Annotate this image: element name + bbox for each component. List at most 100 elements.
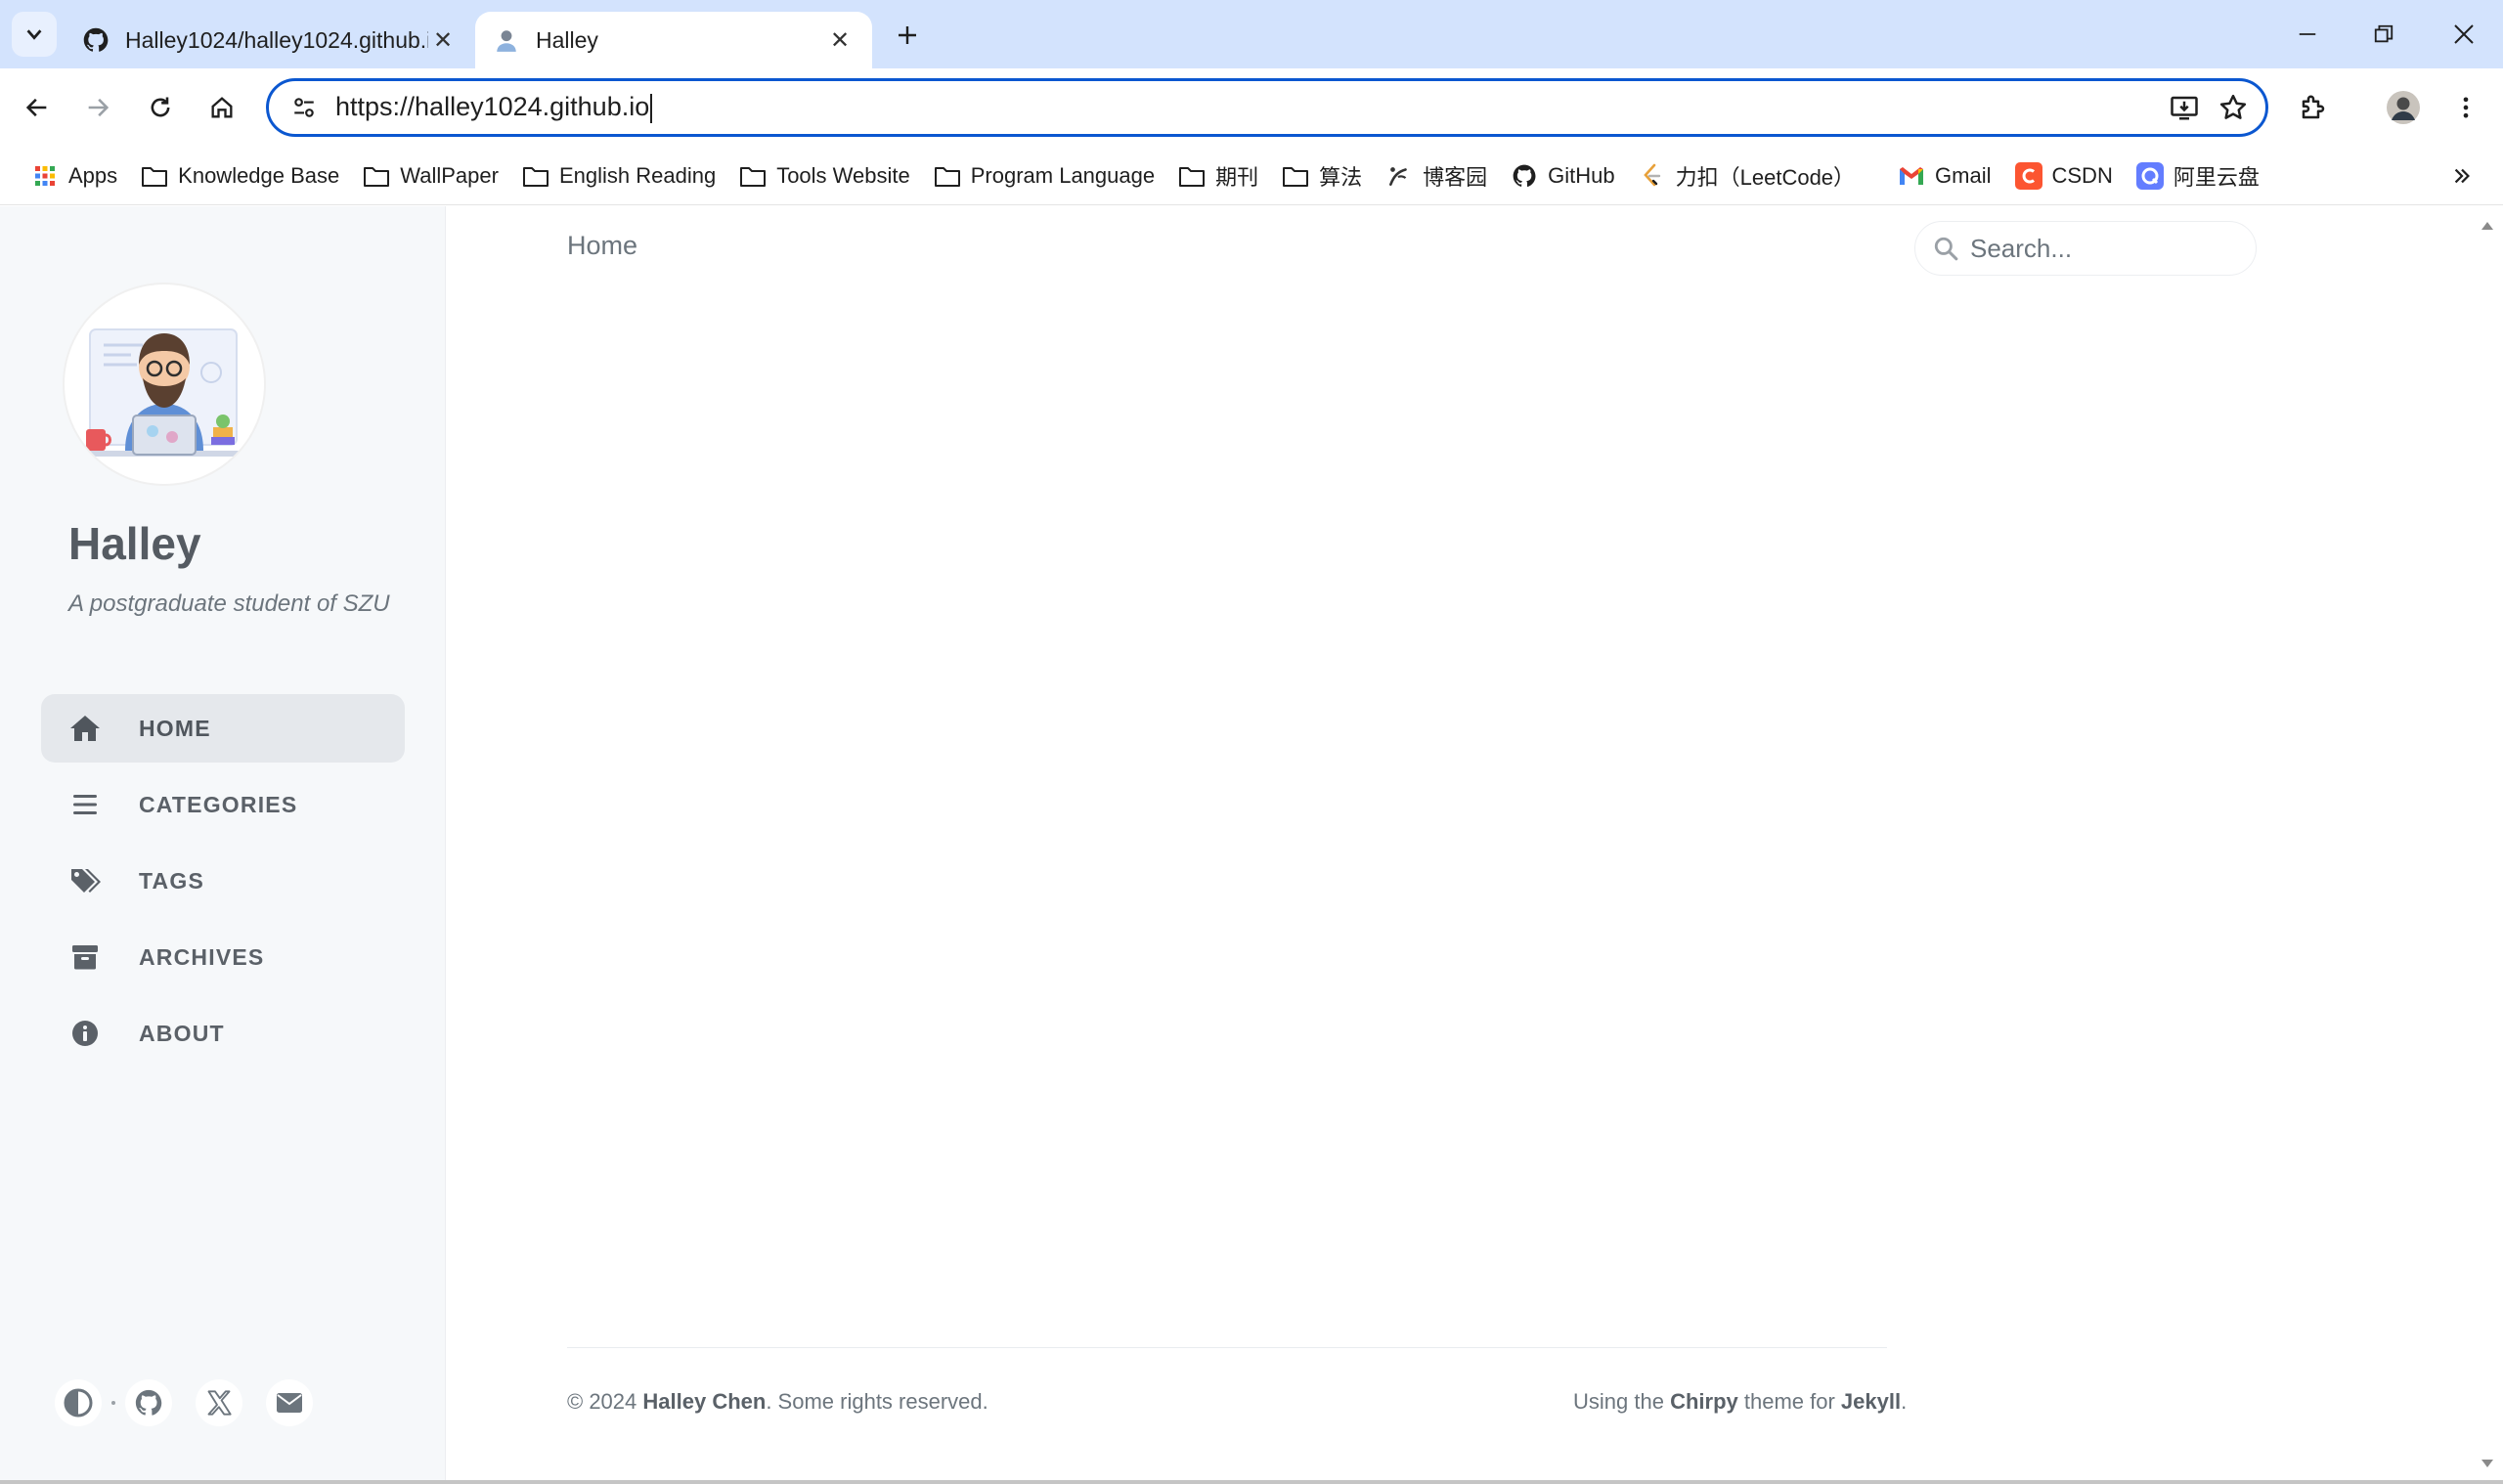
- close-tab-icon[interactable]: ✕: [825, 25, 855, 55]
- scroll-down-icon[interactable]: [2480, 1456, 2495, 1471]
- nav-item-about[interactable]: ABOUT: [41, 999, 405, 1068]
- bookmark-github[interactable]: GitHub: [1499, 154, 1626, 197]
- minimize-button[interactable]: [2278, 8, 2337, 61]
- bookmark-folder-program-language[interactable]: Program Language: [922, 154, 1166, 197]
- bookmark-aliyun-drive[interactable]: 阿里云盘: [2125, 154, 2271, 197]
- using-text: Using the: [1573, 1389, 1671, 1414]
- bookmarks-bar: Apps Knowledge Base WallPaper English Re…: [0, 147, 2503, 205]
- bookmark-label: Tools Website: [776, 162, 910, 188]
- search-input[interactable]: [1970, 233, 2224, 264]
- extensions-button[interactable]: [2290, 84, 2337, 131]
- nav-item-categories[interactable]: CATEGORIES: [41, 770, 405, 839]
- tab-github-repo[interactable]: Halley1024/halley1024.github.io ✕: [65, 12, 475, 68]
- page-scrollbar[interactable]: [2472, 206, 2503, 1484]
- site-title[interactable]: Halley: [68, 517, 201, 570]
- bookmark-leetcode[interactable]: 力扣（LeetCode）: [1627, 154, 1866, 197]
- stream-icon: [68, 788, 102, 821]
- bookmark-folder-english-reading[interactable]: English Reading: [510, 154, 727, 197]
- new-tab-button[interactable]: [888, 16, 927, 55]
- breadcrumb-home: Home: [567, 231, 638, 260]
- csdn-icon: [2014, 161, 2042, 190]
- theme-link[interactable]: Chirpy: [1670, 1389, 1738, 1414]
- theme-for-text: theme for: [1737, 1389, 1841, 1414]
- github-icon: [135, 1389, 162, 1416]
- bookmark-label: 算法: [1319, 164, 1363, 190]
- plus-icon: [899, 26, 916, 44]
- separator-dot: [111, 1401, 115, 1405]
- browser-menu-button[interactable]: [2442, 84, 2489, 131]
- nav-item-label: ARCHIVES: [139, 943, 265, 970]
- bookmark-label: 力扣（LeetCode）: [1675, 164, 1856, 190]
- twitter-link-button[interactable]: [196, 1379, 242, 1426]
- nav-item-tags[interactable]: TAGS: [41, 847, 405, 915]
- footer-copyright: © 2024 Halley Chen. Some rights reserved…: [567, 1389, 988, 1415]
- url-text[interactable]: https://halley1024.github.io: [333, 92, 2160, 123]
- nav-item-label: CATEGORIES: [139, 791, 298, 817]
- bookmark-csdn[interactable]: CSDN: [2003, 154, 2125, 197]
- bookmark-label: GitHub: [1548, 162, 1615, 188]
- bookmark-folder-knowledge-base[interactable]: Knowledge Base: [129, 154, 351, 197]
- bookmark-cnblogs[interactable]: 博客园: [1374, 154, 1499, 197]
- close-window-button[interactable]: [2435, 8, 2493, 61]
- back-button[interactable]: [14, 84, 61, 131]
- site-subtitle: A postgraduate student of SZU: [68, 590, 390, 617]
- nav-item-home[interactable]: HOME: [41, 694, 405, 763]
- envelope-icon: [277, 1393, 302, 1413]
- footer-divider: [567, 1347, 1887, 1348]
- tab-search-button[interactable]: [12, 12, 57, 57]
- folder-icon: [739, 162, 767, 190]
- scroll-up-icon[interactable]: [2480, 218, 2495, 234]
- bookmark-folder-algorithms[interactable]: 算法: [1270, 154, 1374, 197]
- home-button[interactable]: [198, 84, 245, 131]
- home-icon: [68, 712, 102, 745]
- tab-strip: Halley1024/halley1024.github.io ✕ Halley…: [0, 0, 2503, 68]
- site-settings-icon[interactable]: [275, 81, 333, 134]
- bookmark-folder-tools-website[interactable]: Tools Website: [727, 154, 922, 197]
- gmail-icon: [1898, 162, 1925, 190]
- bookmark-folder-journals[interactable]: 期刊: [1166, 154, 1270, 197]
- engine-link[interactable]: Jekyll: [1841, 1389, 1901, 1414]
- close-icon: [2454, 24, 2474, 44]
- forward-button[interactable]: [74, 84, 121, 131]
- tab-title: Halley: [536, 26, 598, 53]
- bookmark-folder-wallpaper[interactable]: WallPaper: [351, 154, 510, 197]
- folder-icon: [1282, 162, 1309, 190]
- address-bar[interactable]: https://halley1024.github.io: [266, 78, 2268, 137]
- github-icon: [1511, 162, 1538, 190]
- site-avatar[interactable]: [65, 284, 264, 484]
- mode-toggle-button[interactable]: [55, 1379, 102, 1426]
- bookmark-star-icon[interactable]: [2209, 83, 2258, 132]
- breadcrumb: Home: [567, 231, 637, 261]
- author-link[interactable]: Halley Chen: [642, 1389, 766, 1414]
- arrow-left-icon: [25, 98, 47, 117]
- leetcode-icon: [1639, 162, 1666, 190]
- chevron-down-icon: [26, 29, 42, 40]
- bookmark-apps[interactable]: Apps: [20, 154, 129, 197]
- x-twitter-icon: [207, 1390, 232, 1416]
- reload-icon: [151, 97, 170, 117]
- nav-item-label: TAGS: [139, 867, 204, 894]
- tags-icon: [68, 864, 102, 897]
- email-link-button[interactable]: [266, 1379, 313, 1426]
- restore-button[interactable]: [2354, 8, 2413, 61]
- sidebar: Halley A postgraduate student of SZU HOM…: [0, 206, 446, 1484]
- github-link-button[interactable]: [125, 1379, 172, 1426]
- arrow-right-icon: [88, 98, 110, 117]
- bookmark-gmail[interactable]: Gmail: [1886, 154, 2002, 197]
- sidebar-nav: HOME CATEGORIES TAGS ARCHIVES ABOUT: [41, 694, 405, 1075]
- folder-icon: [934, 162, 961, 190]
- tab-halley[interactable]: Halley ✕: [475, 12, 872, 68]
- avatar-icon: [493, 26, 520, 54]
- reload-button[interactable]: [137, 84, 184, 131]
- nav-item-archives[interactable]: ARCHIVES: [41, 923, 405, 991]
- folder-icon: [141, 162, 168, 190]
- close-tab-icon[interactable]: ✕: [428, 25, 458, 55]
- bookmark-label: 博客园: [1423, 164, 1488, 190]
- bookmark-label: WallPaper: [400, 162, 499, 188]
- search-box[interactable]: [1914, 221, 2257, 276]
- profile-button[interactable]: [2380, 84, 2427, 131]
- install-app-icon[interactable]: [2160, 83, 2209, 132]
- bookmark-label: 阿里云盘: [2173, 164, 2260, 190]
- bookmarks-overflow-button[interactable]: [2440, 154, 2483, 197]
- tab-title: Halley1024/halley1024.github.io: [125, 26, 428, 53]
